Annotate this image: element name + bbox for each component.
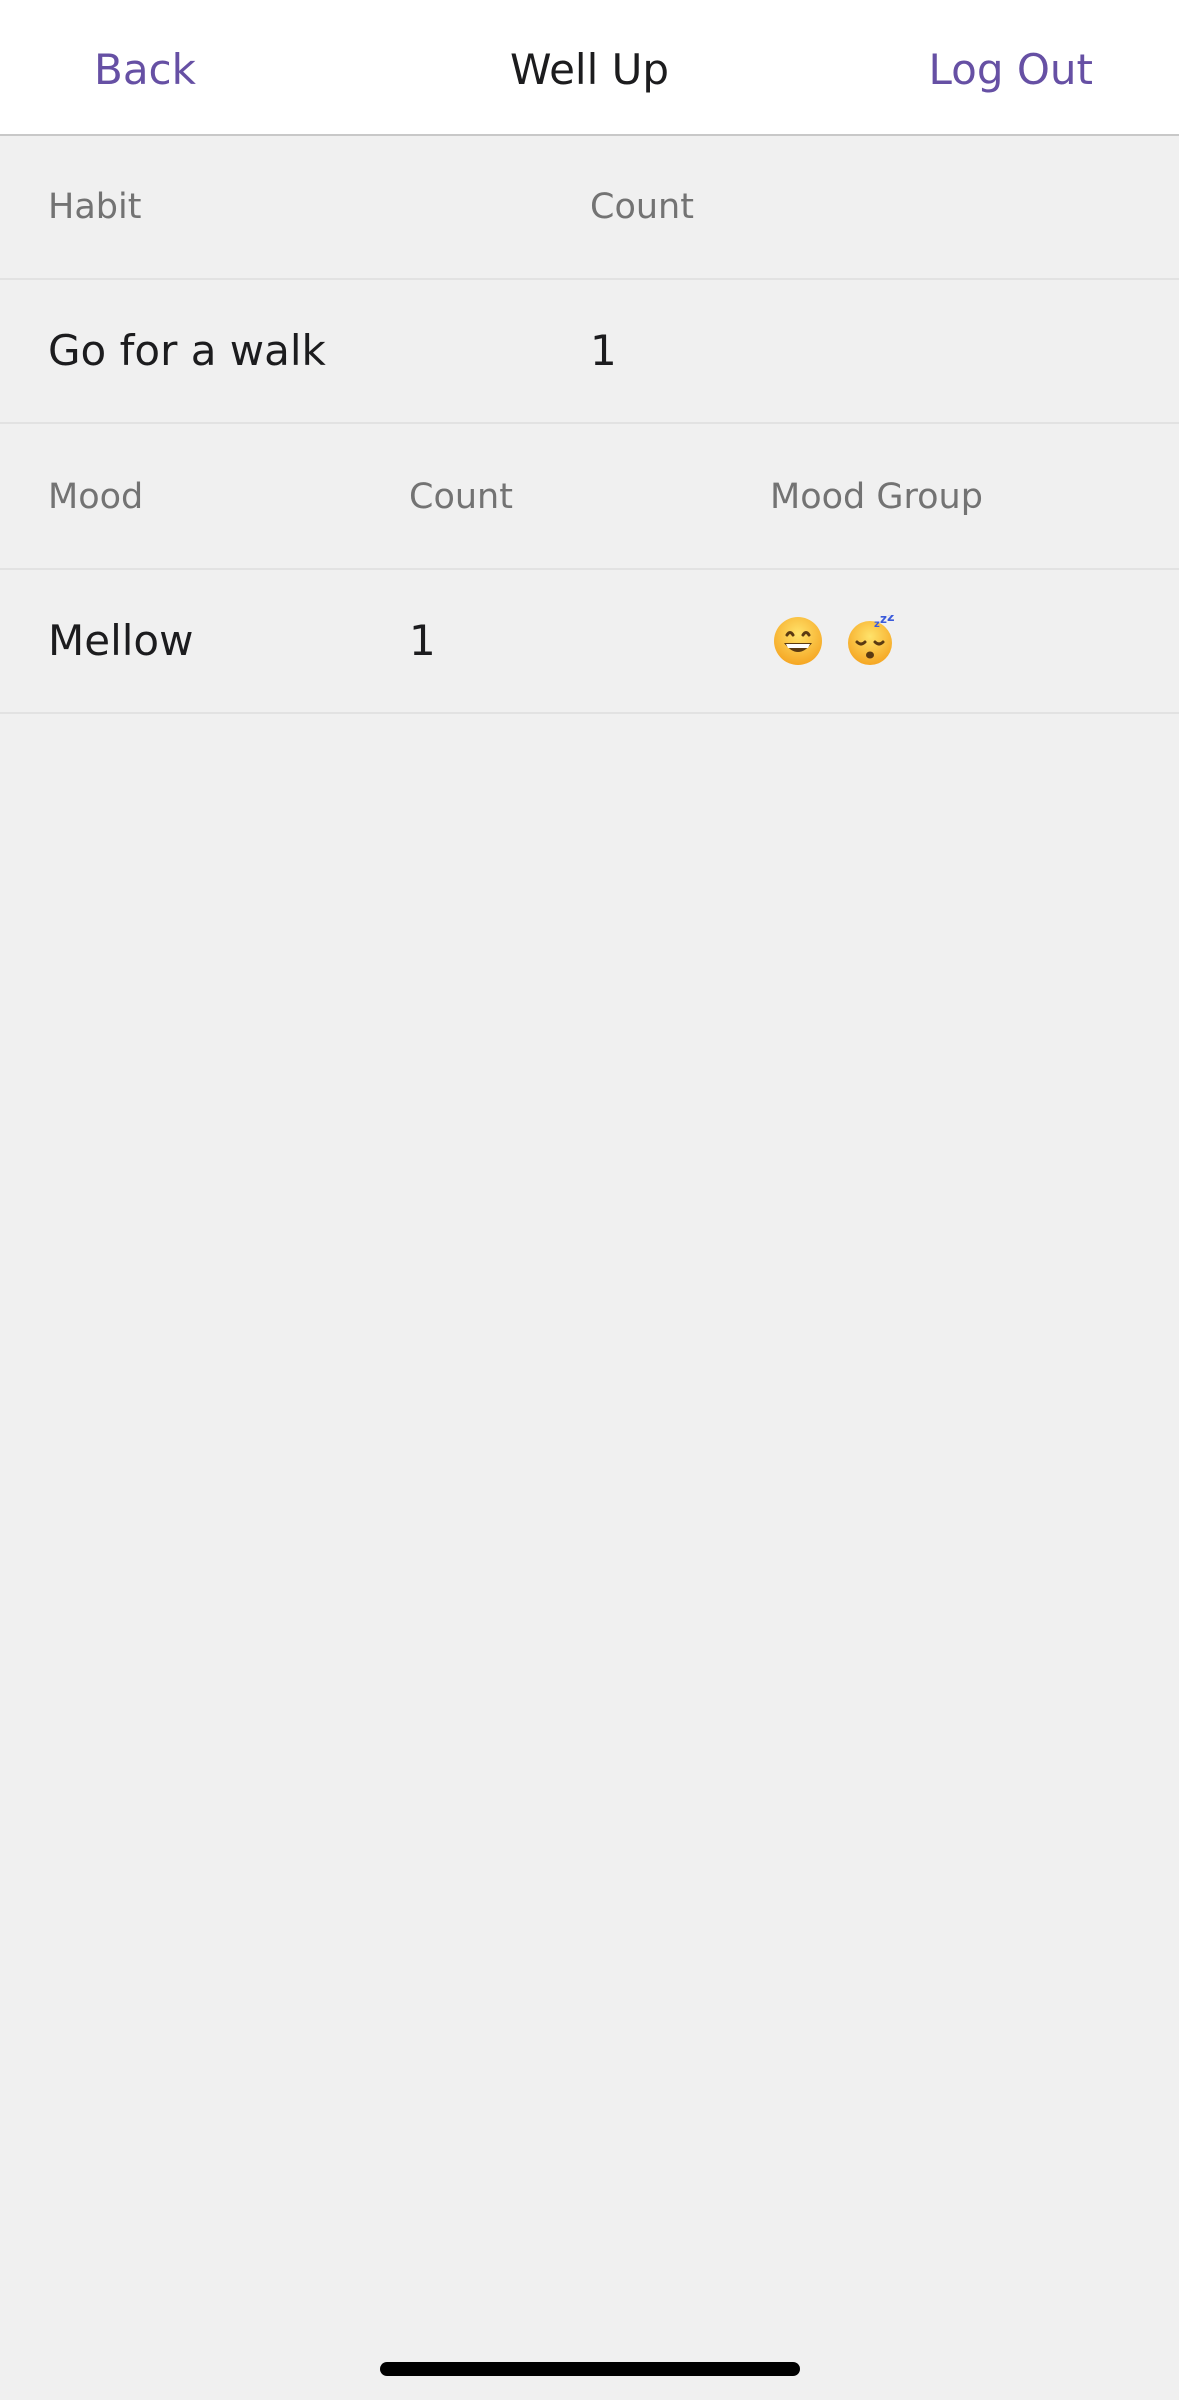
habit-column-header: Habit xyxy=(48,187,142,227)
svg-text:z: z xyxy=(887,615,895,625)
mood-table-header: Mood Count Mood Group xyxy=(0,426,1179,570)
mood-group-column-header: Mood Group xyxy=(770,477,983,517)
habit-table-header: Habit Count xyxy=(0,136,1179,280)
home-indicator[interactable] xyxy=(380,2362,800,2376)
table-row[interactable]: Go for a walk 1 xyxy=(0,280,1179,424)
habit-count-column-header: Count xyxy=(590,187,694,227)
grinning-face-icon xyxy=(774,617,822,665)
log-out-button[interactable]: Log Out xyxy=(928,40,1093,100)
habit-name: Go for a walk xyxy=(48,326,326,375)
table-row[interactable]: Mellow 1 z z z xyxy=(0,570,1179,714)
mood-name: Mellow xyxy=(48,616,194,665)
habit-count: 1 xyxy=(590,326,617,375)
navigation-bar: Back Well Up Log Out xyxy=(0,0,1179,136)
mood-group: z z z xyxy=(772,570,896,712)
mood-count: 1 xyxy=(409,616,436,665)
mood-count-column-header: Count xyxy=(409,477,513,517)
mood-column-header: Mood xyxy=(48,477,144,517)
svg-text:z: z xyxy=(880,615,887,626)
sleeping-face-icon: z z z xyxy=(848,615,895,665)
